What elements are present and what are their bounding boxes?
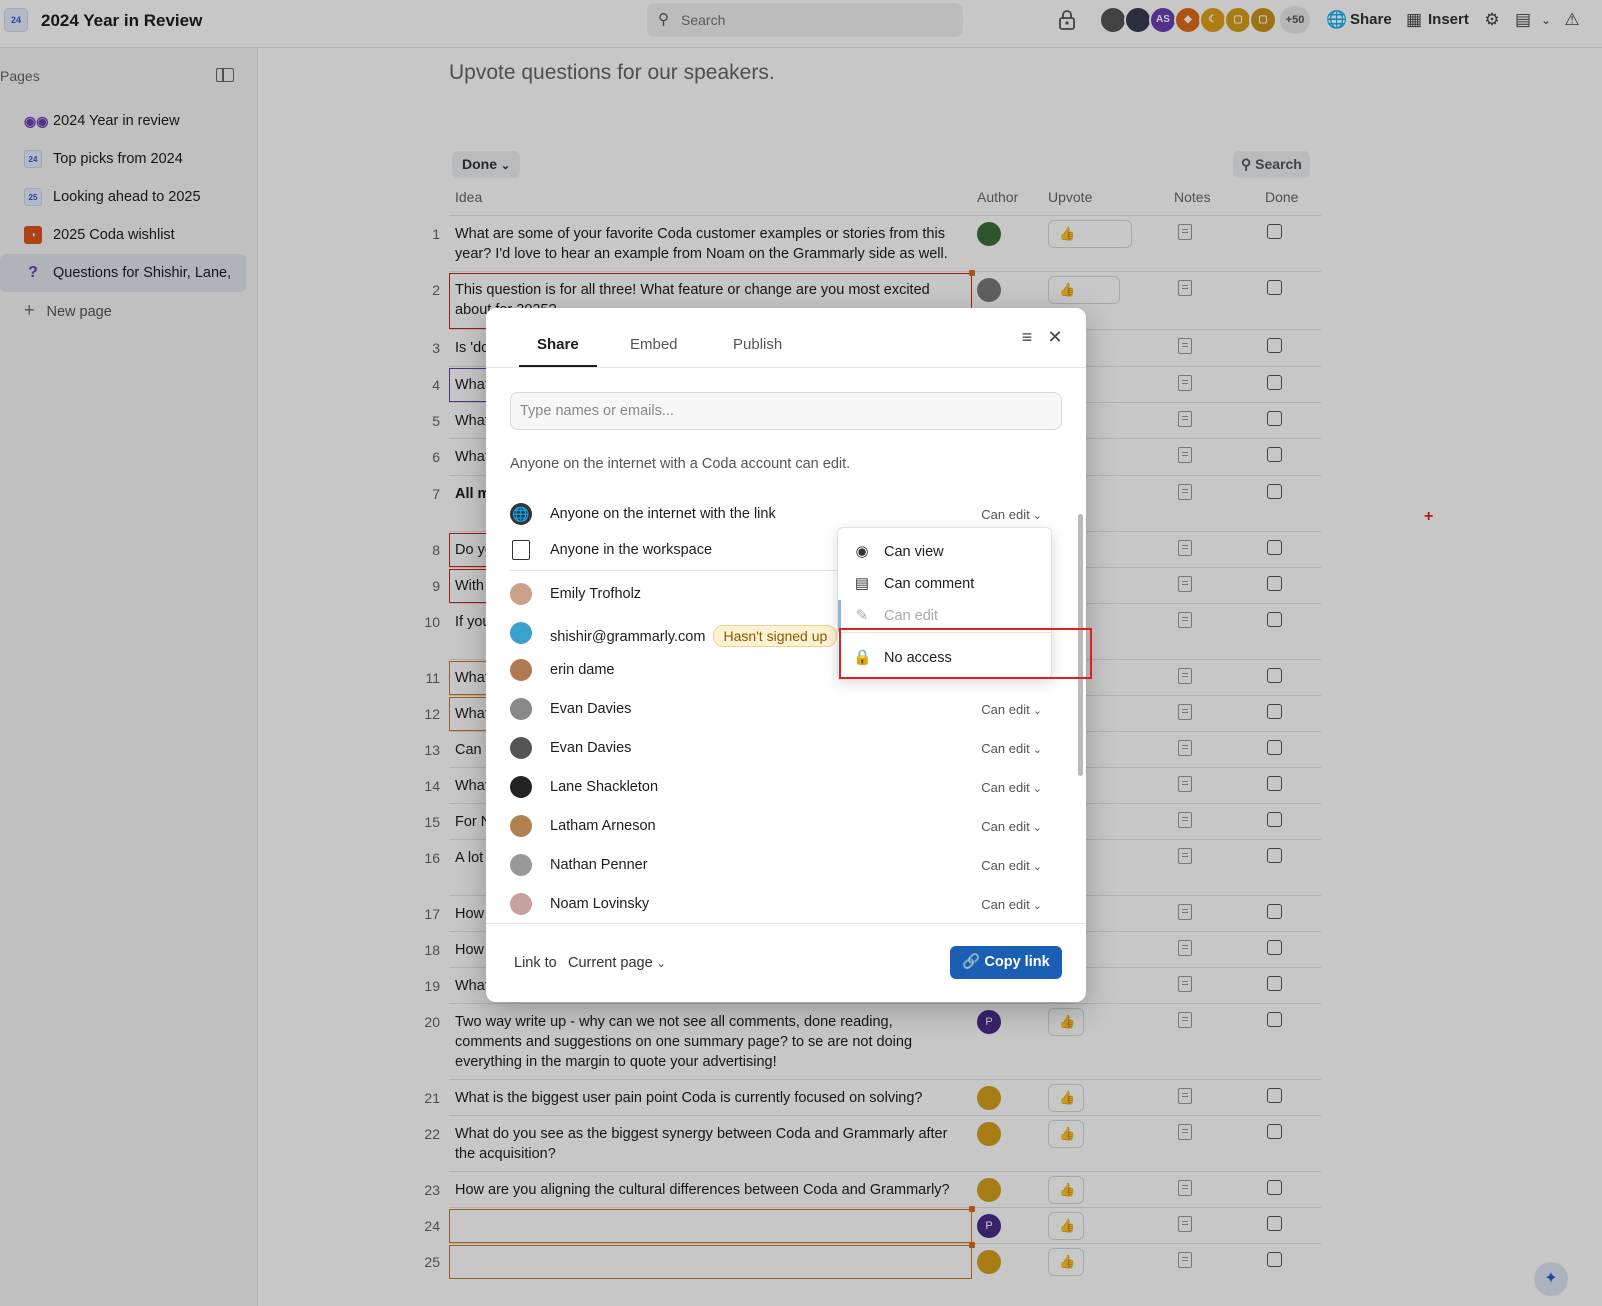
- eye-icon: ◉: [855, 543, 869, 560]
- footer-divider: [486, 923, 1086, 924]
- person-row: Noam Lovinsky Can edit: [510, 885, 1062, 923]
- person-name: Nathan Penner: [550, 857, 648, 873]
- tab-share[interactable]: Share: [537, 336, 579, 353]
- person-name-text: Noam Lovinsky: [550, 896, 650, 912]
- person-name: Evan Davies: [550, 701, 631, 717]
- permission-level-dropdown[interactable]: Can edit: [981, 702, 1042, 717]
- tab-embed[interactable]: Embed: [630, 336, 678, 353]
- avatar: [510, 583, 532, 605]
- person-name-text: Latham Arneson: [550, 818, 656, 834]
- person-name-text: erin dame: [550, 662, 615, 678]
- invite-people-input[interactable]: [510, 392, 1062, 430]
- person-name-text: Lane Shackleton: [550, 779, 659, 795]
- permission-level-dropdown[interactable]: Can edit: [981, 780, 1042, 795]
- person-name: Evan Davies: [550, 740, 631, 756]
- link-to-label: Link to: [514, 955, 557, 971]
- chevron-down-icon: ⌄: [656, 958, 666, 970]
- person-name: erin dame: [550, 662, 614, 678]
- access-description: Anyone on the internet with a Coda accou…: [510, 456, 851, 472]
- avatar: [510, 622, 532, 644]
- person-name: shishir@grammarly.com Hasn't signed up: [550, 625, 838, 647]
- highlight-box: [839, 628, 1092, 679]
- person-name-text: Nathan Penner: [550, 857, 648, 873]
- avatar: [510, 698, 532, 720]
- globe-icon: 🌐: [510, 503, 532, 525]
- share-dialog-tabs: Share Embed Publish ≡ ✕: [486, 308, 1086, 368]
- person-row: Evan Davies Can edit: [510, 729, 1062, 767]
- divider: [510, 570, 846, 571]
- building-icon: [512, 540, 530, 560]
- pencil-icon: ✎: [855, 607, 869, 624]
- avatar: [510, 893, 532, 915]
- avatar: [510, 659, 532, 681]
- person-row: Nathan Penner Can edit: [510, 846, 1062, 884]
- person-row: Evan Davies Can edit: [510, 690, 1062, 728]
- person-name-text: Evan Davies: [550, 701, 632, 717]
- comment-icon: ▤: [854, 575, 870, 592]
- permission-level-dropdown[interactable]: Can edit: [981, 819, 1042, 834]
- person-name: Lane Shackleton: [550, 779, 658, 795]
- menu-item-label: Can edit: [884, 608, 939, 624]
- close-icon[interactable]: ✕: [1046, 328, 1064, 346]
- person-row: Latham Arneson Can edit: [510, 807, 1062, 845]
- person-name-text: Emily Trofholz: [550, 586, 642, 602]
- copy-link-label: Copy link: [984, 954, 1050, 970]
- permission-level-dropdown[interactable]: Can edit: [981, 897, 1042, 912]
- permission-level-dropdown[interactable]: Can edit: [981, 858, 1042, 873]
- avatar: [510, 776, 532, 798]
- permission-level-dropdown[interactable]: Can edit: [981, 741, 1042, 756]
- person-name-text: shishir@grammarly.com: [550, 629, 706, 645]
- avatar: [510, 854, 532, 876]
- settings-sliders-icon[interactable]: ≡: [1018, 328, 1036, 346]
- link-to-value: Current page: [568, 955, 653, 971]
- tab-publish[interactable]: Publish: [733, 336, 782, 353]
- link-icon: 🔗: [962, 954, 981, 970]
- person-name: Latham Arneson: [550, 818, 656, 834]
- person-name: Emily Trofholz: [550, 586, 641, 602]
- menu-item-can-view[interactable]: ◉ Can view: [838, 536, 1051, 568]
- menu-item-can-comment[interactable]: ▤ Can comment: [838, 568, 1051, 600]
- access-name: Anyone in the workspace: [550, 542, 713, 558]
- link-to-select[interactable]: Current page ⌄: [568, 955, 666, 971]
- status-badge: Hasn't signed up: [713, 625, 838, 647]
- permission-level-dropdown[interactable]: Can edit: [981, 507, 1042, 522]
- person-row: Lane Shackleton Can edit: [510, 768, 1062, 806]
- menu-item-label: Can view: [884, 544, 944, 560]
- access-name: Anyone on the internet with the link: [550, 506, 776, 522]
- copy-link-button[interactable]: 🔗 Copy link: [950, 946, 1062, 979]
- avatar: [510, 815, 532, 837]
- person-name-text: Evan Davies: [550, 740, 632, 756]
- person-name: Noam Lovinsky: [550, 896, 649, 912]
- menu-item-label: Can comment: [884, 576, 975, 592]
- active-tab-indicator: [519, 365, 597, 367]
- avatar: [510, 737, 532, 759]
